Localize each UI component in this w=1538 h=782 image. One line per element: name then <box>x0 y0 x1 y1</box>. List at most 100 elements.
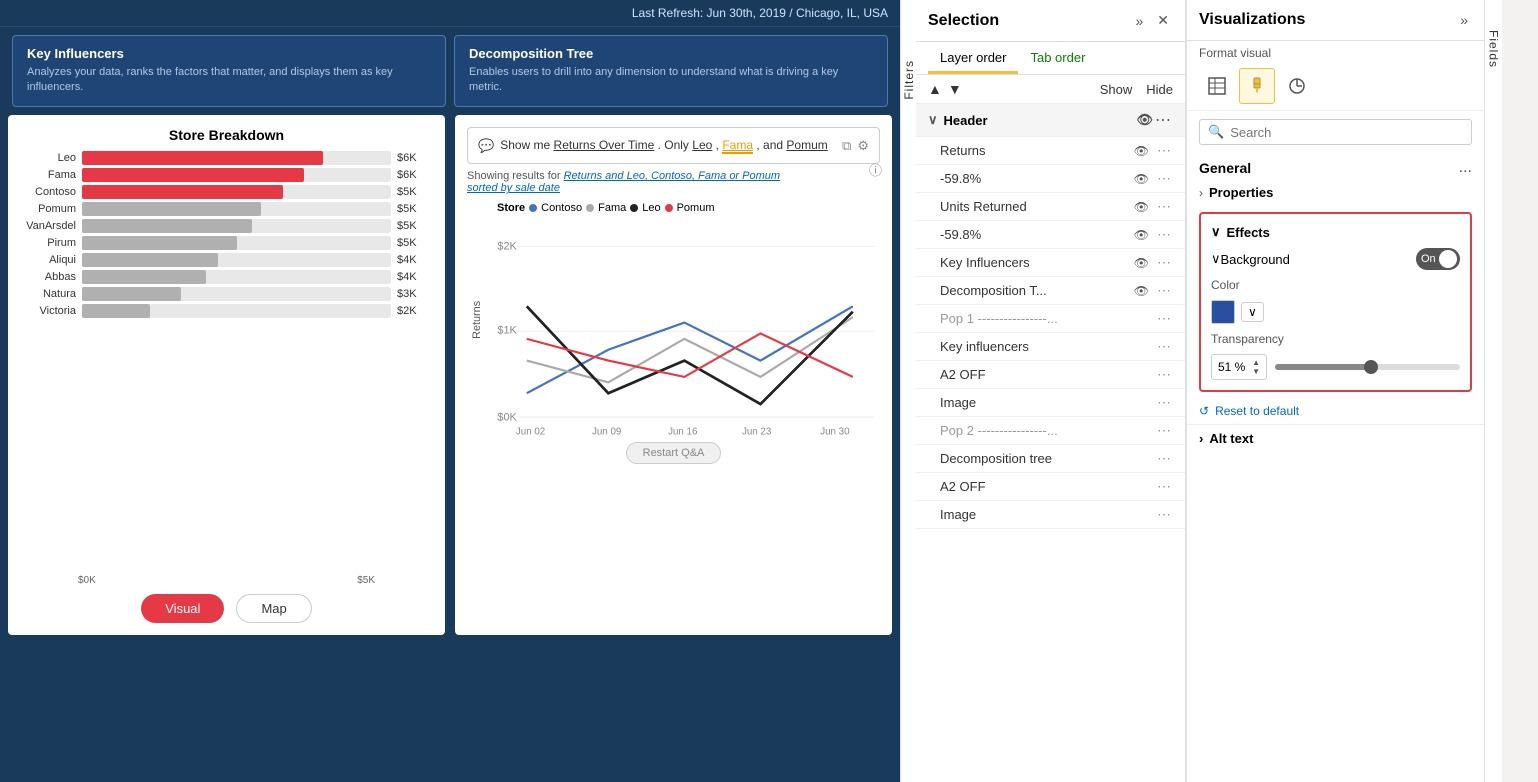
tab-layer-order[interactable]: Layer order <box>928 42 1018 74</box>
reset-row[interactable]: ↺ Reset to default <box>1187 398 1484 424</box>
bar-row: Aliqui $4K <box>24 253 429 267</box>
properties-row[interactable]: › Properties <box>1187 179 1484 206</box>
item-name: Decomposition tree <box>940 451 1149 466</box>
slider-fill <box>1275 364 1369 370</box>
charts-row: Store Breakdown Leo $6K Fama $6K Contoso… <box>0 115 900 635</box>
restart-qa-button[interactable]: Restart Q&A <box>626 442 722 464</box>
bar-value: $5K <box>397 186 429 198</box>
general-section-label: General ... <box>1187 153 1484 179</box>
item-name: Key influencers <box>940 339 1149 354</box>
transparency-input[interactable]: 51 % ▲ ▼ <box>1211 354 1267 380</box>
viz-panel-header: Visualizations » <box>1187 0 1484 41</box>
qa-copy-icon[interactable]: ⧉ <box>842 136 851 156</box>
visual-button[interactable]: Visual <box>141 594 224 623</box>
list-item[interactable]: Decomposition tree ⋯ <box>916 445 1185 473</box>
item-dots-btn[interactable]: ⋯ <box>1155 450 1173 467</box>
item-dots-btn[interactable]: ⋯ <box>1155 170 1173 187</box>
bar-row: Natura $3K <box>24 287 429 301</box>
transparency-slider[interactable] <box>1275 364 1460 370</box>
svg-text:Returns: Returns <box>471 301 483 340</box>
decomposition-tree-desc: Enables users to drill into any dimensio… <box>469 65 873 96</box>
item-dots-btn[interactable]: ⋯ <box>1155 366 1173 383</box>
key-influencers-card[interactable]: Key Influencers Analyzes your data, rank… <box>12 35 446 107</box>
item-dots-btn[interactable]: ⋯ <box>1155 282 1173 299</box>
list-item[interactable]: -59.8% 👁 ⋯ <box>916 165 1185 193</box>
selection-tabs: Layer order Tab order <box>916 42 1185 75</box>
filters-tab[interactable]: Filters <box>900 0 916 782</box>
eye-icon: 👁 <box>1134 228 1149 242</box>
qa-input-box[interactable]: 💬 Show me Returns Over Time . Only Leo ,… <box>467 127 880 165</box>
list-item[interactable]: A2 OFF ⋯ <box>916 473 1185 501</box>
bar-fill <box>82 287 181 301</box>
group-chevron: ∨ <box>928 112 938 128</box>
item-dots-btn[interactable]: ⋯ <box>1155 226 1173 243</box>
viz-expand-btn[interactable]: » <box>1456 10 1472 30</box>
info-icon: ⓘ <box>869 160 882 179</box>
tab-tab-order[interactable]: Tab order <box>1018 42 1097 74</box>
bar-label: Aliqui <box>24 254 76 266</box>
list-item[interactable]: -59.8% 👁 ⋯ <box>916 221 1185 249</box>
bar-row: Abbas $4K <box>24 270 429 284</box>
item-dots-btn[interactable]: ⋯ <box>1155 254 1173 271</box>
move-down-btn[interactable]: ▼ <box>948 81 962 97</box>
bar-fill <box>82 219 252 233</box>
hide-btn[interactable]: Hide <box>1146 82 1173 97</box>
group-dots-btn[interactable]: ⋯ <box>1153 110 1173 130</box>
item-dots-btn[interactable]: ⋯ <box>1155 198 1173 215</box>
item-dots-btn[interactable]: ⋯ <box>1155 338 1173 355</box>
general-dots-btn[interactable]: ... <box>1459 159 1472 177</box>
list-item[interactable]: A2 OFF ⋯ <box>916 361 1185 389</box>
list-item[interactable]: Key Influencers 👁 ⋯ <box>916 249 1185 277</box>
bar-value: $4K <box>397 271 429 283</box>
item-dots-btn[interactable]: ⋯ <box>1155 422 1173 439</box>
qa-settings-icon[interactable]: ⚙ <box>857 136 869 156</box>
bar-row: Leo $6K <box>24 151 429 165</box>
list-item[interactable]: Key influencers ⋯ <box>916 333 1185 361</box>
qa-showing: Showing results for Returns and Leo, Con… <box>467 170 880 194</box>
list-item[interactable]: Pop 2 ----------------... ⋯ <box>916 417 1185 445</box>
bar-fill <box>82 168 304 182</box>
table-icon-btn[interactable] <box>1199 68 1235 104</box>
show-btn[interactable]: Show <box>1100 82 1133 97</box>
viz-title: Visualizations <box>1199 11 1456 29</box>
item-dots-btn[interactable]: ⋯ <box>1155 506 1173 523</box>
list-item[interactable]: Decomposition T... 👁 ⋯ <box>916 277 1185 305</box>
svg-text:Jun 02: Jun 02 <box>516 427 545 438</box>
list-item[interactable]: Image ⋯ <box>916 389 1185 417</box>
list-item[interactable]: Image ⋯ <box>916 501 1185 529</box>
slider-knob[interactable] <box>1364 360 1378 374</box>
analytics-icon-btn[interactable] <box>1279 68 1315 104</box>
alt-text-row[interactable]: › Alt text <box>1187 424 1484 452</box>
item-dots-btn[interactable]: ⋯ <box>1155 478 1173 495</box>
x-label-1: $5K <box>357 575 375 586</box>
list-item[interactable]: Units Returned 👁 ⋯ <box>916 193 1185 221</box>
selection-close-btn[interactable]: ✕ <box>1153 10 1173 31</box>
x-label-0: $0K <box>78 575 96 586</box>
decomposition-tree-card[interactable]: Decomposition Tree Enables users to dril… <box>454 35 888 107</box>
visual-cards-row: Key Influencers Analyzes your data, rank… <box>0 27 900 115</box>
color-row: Color <box>1201 274 1470 296</box>
bar-label: Pirum <box>24 237 76 249</box>
bar-value: $6K <box>397 169 429 181</box>
bar-track <box>82 287 391 301</box>
transparency-control: 51 % ▲ ▼ <box>1201 350 1470 384</box>
color-label: Color <box>1211 278 1240 292</box>
legend-dot-pomum <box>665 204 673 212</box>
fields-panel[interactable]: Fields <box>1484 0 1502 782</box>
bar-track <box>82 253 391 267</box>
list-item[interactable]: Pop 1 ----------------... ⋯ <box>916 305 1185 333</box>
item-dots-btn[interactable]: ⋯ <box>1155 142 1173 159</box>
map-button[interactable]: Map <box>236 594 311 623</box>
item-dots-btn[interactable]: ⋯ <box>1155 310 1173 327</box>
color-swatch[interactable] <box>1211 300 1235 324</box>
selection-expand-btn[interactable]: » <box>1131 11 1147 31</box>
list-item[interactable]: Returns 👁 ⋯ <box>916 137 1185 165</box>
item-dots-btn[interactable]: ⋯ <box>1155 394 1173 411</box>
brush-icon-btn[interactable] <box>1239 68 1275 104</box>
background-toggle[interactable]: On <box>1416 248 1460 270</box>
search-input[interactable] <box>1230 125 1463 140</box>
selection-group-header[interactable]: ∨ Header 👁 ⋯ <box>916 104 1185 137</box>
move-up-btn[interactable]: ▲ <box>928 81 942 97</box>
color-dropdown-btn[interactable]: ∨ <box>1241 302 1264 322</box>
item-name: Units Returned <box>940 199 1134 214</box>
